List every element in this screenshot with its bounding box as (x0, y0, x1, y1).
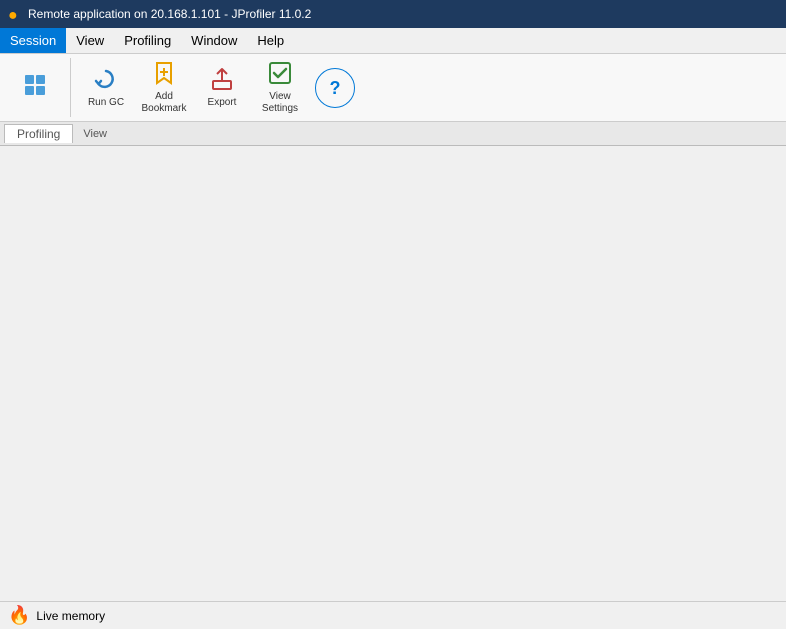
app-icon: ● (8, 7, 22, 21)
toolbar-start-center[interactable] (8, 60, 62, 116)
live-memory-icon: 🔥 (8, 605, 30, 626)
menu-help[interactable]: Help (247, 28, 294, 53)
view-settings-icon (268, 61, 292, 89)
title-text: Remote application on 20.168.1.101 - JPr… (28, 7, 311, 21)
export-label: Export (208, 97, 237, 109)
toolbar-add-bookmark[interactable]: Add Bookmark (137, 60, 191, 116)
menu-session[interactable]: Session (0, 28, 66, 53)
view-settings-label: View Settings (254, 91, 306, 115)
menu-profiling[interactable]: Profiling (114, 28, 181, 53)
toolbar: Run GC Add Bookmark Export (0, 54, 786, 122)
status-label: Live memory (36, 609, 105, 623)
menu-view[interactable]: View (66, 28, 114, 53)
menu-window[interactable]: Window (181, 28, 247, 53)
toolbar-view-settings[interactable]: View Settings (253, 60, 307, 116)
profiling-tab[interactable]: Profiling (4, 124, 73, 143)
run-gc-label: Run GC (88, 97, 124, 109)
toolbar-export[interactable]: Export (195, 60, 249, 116)
app-layout: ● Remote application on 20.168.1.101 - J… (0, 0, 786, 629)
help-icon: ? (330, 79, 341, 97)
content-wrapper: Start Center Ctrl+O 🗗 New Window Ctrl+Al… (0, 146, 786, 629)
add-bookmark-label: Add Bookmark (138, 91, 190, 115)
title-bar: ● Remote application on 20.168.1.101 - J… (0, 0, 786, 28)
export-icon (211, 67, 233, 95)
add-bookmark-icon (153, 61, 175, 89)
start-center-icon (23, 73, 47, 101)
toolbar-group-main (8, 58, 71, 117)
status-bar: 🔥 Live memory (0, 601, 786, 629)
toolbar-run-gc[interactable]: Run GC (79, 60, 133, 116)
toolbar-help[interactable]: ? (315, 68, 355, 108)
profiling-area: Profiling View (0, 122, 786, 146)
run-gc-icon (94, 67, 118, 95)
menu-bar: Session View Profiling Window Help (0, 28, 786, 54)
